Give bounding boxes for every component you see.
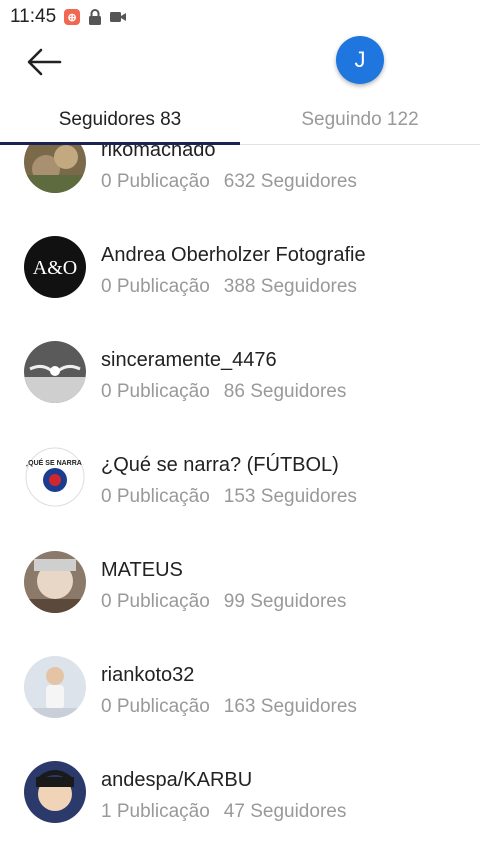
avatar[interactable]	[24, 341, 86, 403]
user-name[interactable]: Andrea Oberholzer Fotografie	[101, 244, 366, 267]
post-count: 0 Publicação	[101, 381, 210, 402]
user-stats: 0 Publicação 86 Seguidores	[101, 381, 346, 403]
avatar[interactable]	[24, 656, 86, 718]
user-avatar-button[interactable]: J	[336, 36, 384, 84]
app-notification-icon: ⊕	[64, 9, 81, 25]
follower-count: 99 Seguidores	[223, 591, 347, 612]
avatar[interactable]	[24, 761, 86, 823]
user-stats: 0 Publicação 99 Seguidores	[101, 591, 346, 613]
follower-count: 153 Seguidores	[223, 486, 357, 507]
avatar[interactable]	[24, 551, 86, 613]
user-stats: 0 Publicação 388 Seguidores	[101, 276, 357, 298]
list-item[interactable]: A&O Andrea Oberholzer Fotografie 0 Publi…	[0, 214, 480, 319]
user-name[interactable]: riankoto32	[101, 664, 194, 687]
list-item[interactable]: sinceramente_4476 0 Publicação 86 Seguido…	[0, 319, 480, 424]
list-item[interactable]: rikomachado 0 Publicação 632 Seguidores	[0, 145, 480, 214]
video-camera-icon	[110, 11, 127, 23]
follower-count: 632 Seguidores	[223, 171, 357, 192]
list-item[interactable]: ¿QUÉ SE NARRA? ¿Qué se narra? (FÚTBOL) 0…	[0, 424, 480, 529]
list-item[interactable]: riankoto32 0 Publicação 163 Seguidores	[0, 634, 480, 739]
status-bar: 11:45 ⊕	[0, 0, 480, 34]
avatar[interactable]	[24, 145, 86, 193]
follower-count: 47 Seguidores	[223, 801, 347, 822]
top-bar: J	[0, 34, 480, 90]
post-count: 0 Publicação	[101, 591, 210, 612]
user-stats: 0 Publicação 153 Seguidores	[101, 486, 357, 508]
post-count: 1 Publicação	[101, 801, 210, 822]
arrow-left-icon	[27, 48, 62, 76]
tab-followers[interactable]: Seguidores 83	[0, 96, 240, 145]
user-name[interactable]: MATEUS	[101, 559, 183, 582]
post-count: 0 Publicação	[101, 276, 210, 297]
back-button[interactable]	[24, 42, 64, 82]
lock-icon	[88, 9, 102, 25]
svg-text:A&O: A&O	[33, 257, 77, 279]
user-name[interactable]: rikomachado	[101, 145, 216, 162]
user-name[interactable]: ¿Qué se narra? (FÚTBOL)	[101, 454, 339, 477]
svg-text:¿QUÉ SE NARRA?: ¿QUÉ SE NARRA?	[24, 458, 86, 467]
user-name[interactable]: andespa/KARBU	[101, 769, 252, 792]
follow-tabs: Seguidores 83 Seguindo 122	[0, 96, 480, 145]
follower-count: 86 Seguidores	[223, 381, 347, 402]
post-count: 0 Publicação	[101, 171, 210, 192]
user-name[interactable]: sinceramente_4476	[101, 349, 277, 372]
post-count: 0 Publicação	[101, 696, 210, 717]
post-count: 0 Publicação	[101, 486, 210, 507]
follower-count: 388 Seguidores	[223, 276, 357, 297]
list-item[interactable]: andespa/KARBU 1 Publicação 47 Seguidores	[0, 739, 480, 844]
user-stats: 0 Publicação 163 Seguidores	[101, 696, 357, 718]
status-time: 11:45	[10, 6, 57, 27]
tab-following[interactable]: Seguindo 122	[240, 96, 480, 144]
avatar[interactable]: A&O	[24, 236, 86, 298]
followers-list[interactable]: rikomachado 0 Publicação 632 Seguidores A…	[0, 145, 480, 854]
user-stats: 0 Publicação 632 Seguidores	[101, 171, 357, 193]
follower-count: 163 Seguidores	[223, 696, 357, 717]
avatar[interactable]: ¿QUÉ SE NARRA?	[24, 446, 86, 508]
list-item[interactable]: MATEUS 0 Publicação 99 Seguidores	[0, 529, 480, 634]
user-stats: 1 Publicação 47 Seguidores	[101, 801, 346, 823]
